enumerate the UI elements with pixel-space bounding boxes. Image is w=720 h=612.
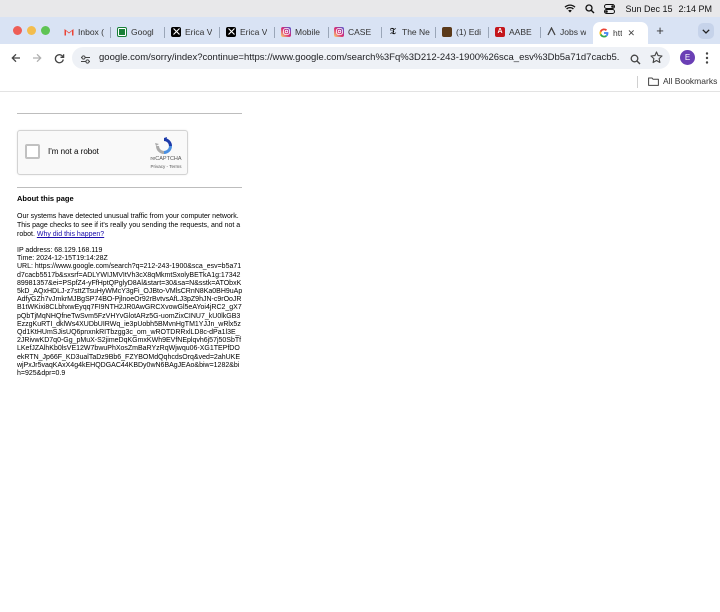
nyt-icon: 𝔗 (390, 26, 396, 37)
bookmarks-bar: All Bookmarks (0, 72, 720, 92)
tab-jobs[interactable]: Jobs w (540, 21, 590, 42)
reload-icon (54, 53, 64, 63)
close-tab-icon[interactable]: ✕ (627, 28, 635, 39)
arrow-right-icon (33, 53, 42, 63)
request-info: IP address: 68.129.168.119 Time: 2024-12… (17, 247, 243, 378)
instagram-icon (334, 26, 344, 37)
why-did-this-happen-link[interactable]: Why did this happen? (37, 231, 104, 238)
site-icon: A (495, 26, 505, 37)
close-window-button[interactable] (13, 26, 22, 35)
url-text[interactable]: google.com/sorry/index?continue=https://… (99, 52, 619, 63)
tab-gmail[interactable]: Inbox ( (58, 21, 108, 42)
gmail-icon (64, 27, 74, 37)
back-button[interactable] (8, 50, 24, 66)
ip-address: IP address: 68.129.168.119 (17, 247, 103, 254)
divider (17, 113, 242, 114)
google-icon (599, 28, 609, 38)
divider (17, 187, 242, 188)
tab-aabe[interactable]: A AABE (489, 21, 539, 42)
fullscreen-window-button[interactable] (41, 26, 50, 35)
profile-avatar[interactable]: E (680, 50, 695, 65)
folder-icon (648, 77, 659, 86)
site-icon (546, 27, 556, 37)
chevron-down-icon (702, 28, 710, 34)
more-menu-icon[interactable] (704, 51, 710, 65)
about-title: About this page (17, 194, 74, 203)
about-text: Our systems have detected unusual traffi… (17, 213, 241, 238)
macos-menu-bar: Sun Dec 15 2:14 PM (0, 0, 720, 17)
all-bookmarks-button[interactable]: All Bookmarks (648, 76, 717, 86)
reload-button[interactable] (51, 50, 67, 66)
site-info-icon[interactable] (80, 52, 91, 70)
recaptcha-brand: reCAPTCHA (150, 156, 182, 162)
tab-nyt[interactable]: 𝔗 The Ne (382, 21, 434, 42)
sorry-page: I'm not a robot reCAPTCHA Privacy - Term… (17, 92, 243, 378)
search-icon[interactable] (630, 52, 641, 70)
tab-instagram-2[interactable]: CASE (328, 21, 380, 42)
wifi-icon[interactable] (564, 0, 576, 17)
tab-google-docs[interactable]: Googl (111, 21, 163, 42)
menubar-date[interactable]: Sun Dec 15 (625, 4, 672, 14)
menubar-time[interactable]: 2:14 PM (678, 4, 712, 14)
forward-button[interactable] (29, 50, 45, 66)
all-bookmarks-label: All Bookmarks (663, 76, 718, 86)
x-icon (226, 26, 236, 37)
new-tab-button[interactable]: + (653, 24, 667, 38)
arrow-left-icon (11, 53, 20, 63)
timestamp: Time: 2024-12-15T19:14:28Z (17, 255, 108, 263)
tab-x-1[interactable]: Erica V (165, 21, 219, 42)
x-icon (171, 26, 181, 37)
bookmark-star-icon[interactable] (650, 51, 663, 69)
request-url: URL: https://www.google.com/search?q=212… (17, 263, 243, 378)
control-center-icon[interactable] (604, 0, 616, 17)
site-icon (442, 26, 452, 37)
not-robot-checkbox[interactable] (25, 144, 40, 159)
tab-x-2[interactable]: Erica V (220, 21, 274, 42)
google-docs-icon (117, 26, 127, 37)
browser-toolbar: google.com/sorry/index?continue=https://… (0, 44, 720, 72)
address-bar[interactable]: google.com/sorry/index?continue=https://… (72, 47, 670, 69)
recaptcha-widget: I'm not a robot reCAPTCHA Privacy - Term… (17, 130, 188, 175)
search-icon[interactable] (585, 0, 595, 17)
recaptcha-privacy-terms[interactable]: Privacy - Terms (146, 164, 186, 169)
minimize-window-button[interactable] (27, 26, 36, 35)
not-robot-label: I'm not a robot (48, 147, 99, 156)
tab-edi[interactable]: (1) Edi (436, 21, 488, 42)
tab-strip: Inbox ( Googl Erica V Erica V Mobile CAS… (0, 17, 720, 44)
instagram-icon (281, 26, 291, 37)
tab-search-button[interactable] (698, 23, 714, 39)
tab-google-sorry[interactable]: htt ✕ (593, 22, 648, 44)
tab-instagram-1[interactable]: Mobile (275, 21, 327, 42)
